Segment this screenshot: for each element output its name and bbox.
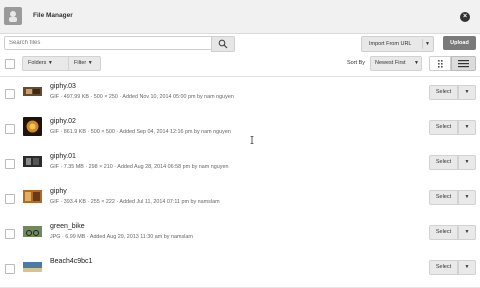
file-meta: GIF · 7.35 MB · 298 × 210 · Added Aug 28… [50, 164, 229, 170]
file-name[interactable]: Beach4c9bc1 [50, 258, 92, 265]
search-input[interactable] [4, 36, 220, 50]
select-button[interactable]: Select [429, 155, 458, 170]
file-row[interactable]: giphy.01 GIF · 7.35 MB · 298 × 210 · Add… [0, 147, 480, 183]
grid-icon [438, 60, 443, 68]
file-row[interactable]: giphy.03 GIF · 497.99 KB · 500 × 250 · A… [0, 77, 480, 113]
file-name[interactable]: giphy.01 [50, 153, 76, 160]
row-checkbox[interactable] [5, 194, 15, 204]
file-thumbnail [23, 82, 42, 101]
chevron-down-icon[interactable]: ▼ [458, 120, 476, 135]
divider [422, 39, 423, 49]
select-all-checkbox[interactable] [5, 59, 15, 69]
folders-label: Folders [28, 60, 47, 66]
row-checkbox[interactable] [5, 229, 15, 239]
close-icon[interactable]: × [460, 12, 470, 22]
filter-label: Filter [74, 60, 87, 66]
row-checkbox[interactable] [5, 89, 15, 99]
select-button[interactable]: Select [429, 260, 458, 275]
file-thumbnail [23, 222, 42, 241]
chevron-down-icon: ▼ [47, 60, 53, 66]
app-logo-icon [4, 7, 22, 25]
file-name[interactable]: green_bike [50, 223, 85, 230]
file-meta: JPG · 6.99 MB · Added Aug 29, 2013 11:30… [50, 234, 193, 240]
file-meta: GIF · 497.99 KB · 500 × 250 · Added Nov … [50, 94, 234, 100]
list-icon [458, 60, 469, 68]
file-thumbnail [23, 152, 42, 171]
file-thumbnail [23, 117, 42, 136]
sort-value: Newest First [375, 60, 406, 66]
grid-view-button[interactable] [429, 56, 451, 71]
filter-button[interactable]: Filter ▼ [68, 56, 101, 71]
search-button[interactable] [211, 36, 235, 52]
file-name[interactable]: giphy [50, 188, 67, 195]
text-cursor-icon [250, 136, 254, 144]
file-meta: GIF · 861.9 KB · 500 × 500 · Added Sep 0… [50, 129, 231, 135]
select-button[interactable]: Select [429, 225, 458, 240]
chevron-down-icon[interactable]: ▼ [458, 225, 476, 240]
row-checkbox[interactable] [5, 264, 15, 274]
chevron-down-icon: ▼ [87, 60, 93, 66]
chevron-down-icon[interactable]: ▼ [458, 85, 476, 100]
header-bar: File Manager × [0, 0, 480, 34]
select-button[interactable]: Select [429, 120, 458, 135]
file-row[interactable]: giphy.02 GIF · 861.9 KB · 500 × 500 · Ad… [0, 112, 480, 148]
chevron-down-icon[interactable]: ▼ [458, 190, 476, 205]
file-row[interactable]: Beach4c9bc1 Select ▼ [0, 252, 480, 288]
file-thumbnail [23, 187, 42, 206]
select-button[interactable]: Select [429, 190, 458, 205]
chevron-down-icon[interactable]: ▼ [458, 155, 476, 170]
file-name[interactable]: giphy.03 [50, 83, 76, 90]
import-from-url-button[interactable]: Import From URL ▼ [361, 36, 434, 52]
row-checkbox[interactable] [5, 159, 15, 169]
select-button[interactable]: Select [429, 85, 458, 100]
file-name[interactable]: giphy.02 [50, 118, 76, 125]
chevron-down-icon: ▼ [414, 60, 419, 66]
file-thumbnail [23, 257, 42, 276]
page-title: File Manager [33, 12, 73, 19]
file-meta: GIF · 393.4 KB · 255 × 222 · Added Jul 1… [50, 199, 220, 205]
row-checkbox[interactable] [5, 124, 15, 134]
file-row[interactable]: green_bike JPG · 6.99 MB · Added Aug 29,… [0, 217, 480, 253]
import-label: Import From URL [369, 41, 412, 47]
sort-by-label: Sort By [347, 60, 366, 66]
list-view-button[interactable] [451, 56, 476, 71]
chevron-down-icon[interactable]: ▼ [458, 260, 476, 275]
sort-select[interactable]: Newest First ▼ [370, 56, 422, 71]
search-icon [218, 39, 228, 49]
chevron-down-icon: ▼ [425, 41, 430, 47]
upload-button[interactable]: Upload [443, 36, 476, 50]
file-row[interactable]: giphy GIF · 393.4 KB · 255 × 222 · Added… [0, 182, 480, 218]
